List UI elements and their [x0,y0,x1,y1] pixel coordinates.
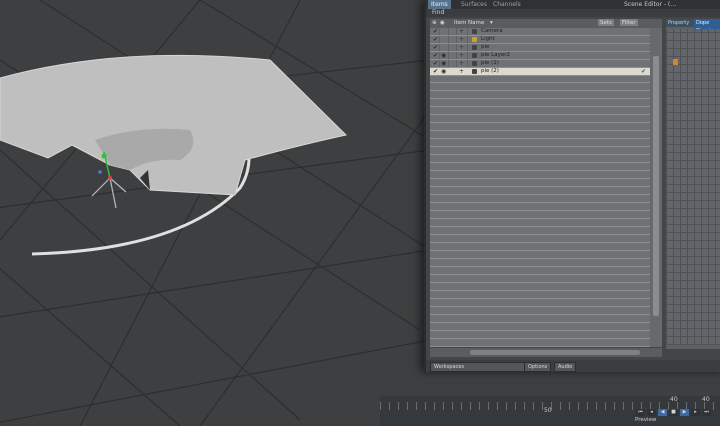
find-row: Find [426,9,720,17]
pie-mesh[interactable] [0,54,348,196]
tab-channels[interactable]: Channels [490,0,524,9]
preview-dropdown[interactable]: Preview [635,417,656,424]
options-dropdown[interactable]: Options [524,362,552,372]
eye-icon[interactable]: ◉ [441,52,446,59]
tab-surfaces[interactable]: Surfaces [458,0,490,9]
mesh-icon [472,69,477,74]
item-name: Light [481,36,495,42]
item-list-header: ⊕ ◉ Item Name ▾ Sets Filter [430,19,662,28]
scene-editor-window[interactable]: Items Surfaces Channels Scene Editor - (… [424,0,720,372]
header-name[interactable]: Name [468,19,484,28]
first-frame-icon[interactable]: ⏮ [636,409,645,416]
last-frame-icon[interactable]: ⏭ [702,409,711,416]
list-item[interactable]: ✔ ◉ + pie (1) [430,60,650,68]
checkmark-icon[interactable]: ✔ [433,36,438,43]
prev-frame-icon[interactable]: ◂ [647,409,656,416]
mesh-icon [472,45,477,50]
tab-property[interactable]: Property [668,19,689,27]
scrollbar-thumb[interactable] [653,56,659,316]
eye-icon[interactable]: ◉ [441,68,446,75]
scene-editor-tabbar: Items Surfaces Channels Scene Editor - (… [426,0,720,9]
empty-row-grid [430,76,650,347]
plus-icon: + [459,36,465,43]
horizontal-scrollbar[interactable] [430,348,662,357]
ruler-label: 40 [702,396,710,403]
checkmark-icon[interactable]: ✔ [433,44,438,51]
selected-check-icon: ✔ [640,68,646,75]
list-item[interactable]: ✔ ◉ + pie Layer2 [430,52,650,60]
list-item[interactable]: ✔ + pie [430,44,650,52]
checkmark-icon[interactable]: ✔ [433,28,438,35]
header-item[interactable]: Item [454,19,467,28]
item-name: pie Layer2 [481,52,510,58]
checkmark-icon[interactable]: ✔ [433,52,438,59]
ruler-label: 40 [670,396,678,403]
mesh-icon [472,53,477,58]
audio-dropdown[interactable]: Audio [554,362,577,372]
plus-icon: + [459,52,465,59]
property-panel[interactable]: Property Dope Sheet [666,19,720,349]
plus-icon: + [459,28,465,35]
item-rows: ✔ + Camera ✔ + Light ✔ + pie ✔ ◉ + pie Layer2 ✔ ◉ +… [430,28,650,76]
ruler-label: 50 [544,407,552,414]
mesh-icon [472,61,477,66]
list-item[interactable]: ✔ + Light [430,36,650,44]
lock-icon[interactable]: ⊕ [432,19,437,28]
scene-editor-bottombar: Workspaces Options Audio [426,360,720,372]
light-icon [472,37,477,42]
window-title: Scene Editor - (… [624,1,677,8]
next-frame-icon[interactable]: ▸ [691,409,700,416]
property-tabs: Property Dope Sheet [666,19,720,35]
eye-icon[interactable]: ◉ [441,60,446,67]
plus-icon: + [459,44,465,51]
sets-dropdown[interactable]: Sets [598,19,614,26]
horizontal-scrollbar-thumb[interactable] [470,350,640,355]
sort-chevron-icon[interactable]: ▾ [490,19,493,28]
workspaces-dropdown[interactable]: Workspaces [430,362,526,372]
camera-icon [472,29,477,34]
reverse-play-icon[interactable]: ◀ [658,409,667,416]
visibility-icon[interactable]: ◉ [440,19,445,28]
item-name: pie (2) [481,68,499,74]
dope-sheet-grid[interactable] [666,29,720,345]
vertical-scrollbar[interactable] [650,28,662,347]
filter-dropdown[interactable]: Filter [620,19,638,26]
checkmark-icon[interactable]: ✔ [433,68,438,75]
checkmark-icon[interactable]: ✔ [433,60,438,67]
plus-icon: + [459,68,465,75]
list-item[interactable]: ✔ + Camera [430,28,650,36]
timeline-bar[interactable]: 50 40 40 ⏮ ◂ ◀ ■ ▶ ▸ ⏭ Preview [380,396,720,426]
item-name: Camera [481,28,503,34]
item-list-panel[interactable]: ⊕ ◉ Item Name ▾ Sets Filter ✔ + Camera ✔ + L… [430,19,662,347]
item-name: pie [481,44,490,50]
find-field[interactable]: Find [432,9,444,17]
list-item-selected[interactable]: ✔ ◉ + pie (2) ✔ [430,68,650,76]
tab-items[interactable]: Items [428,0,451,9]
item-name: pie (1) [481,60,499,66]
play-icon[interactable]: ▶ [680,409,689,416]
keyframe-marker[interactable] [673,59,678,65]
stop-icon[interactable]: ■ [669,409,678,416]
plus-icon: + [459,60,465,67]
